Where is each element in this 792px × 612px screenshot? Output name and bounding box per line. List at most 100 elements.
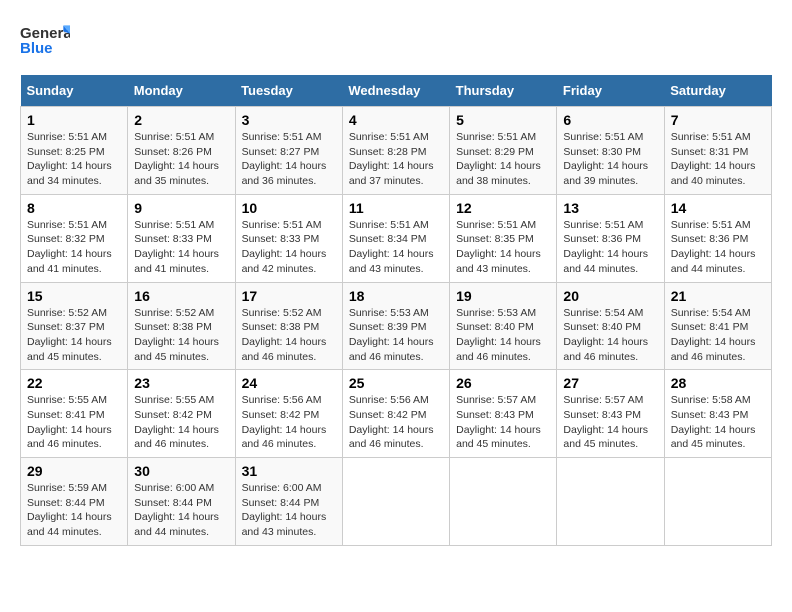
day-info: Sunrise: 5:57 AMSunset: 8:43 PMDaylight:… xyxy=(456,394,541,450)
day-number: 20 xyxy=(563,288,657,304)
day-info: Sunrise: 5:51 AMSunset: 8:36 PMDaylight:… xyxy=(671,219,756,275)
calendar-day-cell: 24 Sunrise: 5:56 AMSunset: 8:42 PMDaylig… xyxy=(235,370,342,458)
day-info: Sunrise: 5:52 AMSunset: 8:38 PMDaylight:… xyxy=(242,307,327,363)
day-number: 26 xyxy=(456,375,550,391)
day-of-week-header: Saturday xyxy=(664,75,771,107)
calendar-day-cell: 15 Sunrise: 5:52 AMSunset: 8:37 PMDaylig… xyxy=(21,282,128,370)
calendar-day-cell: 22 Sunrise: 5:55 AMSunset: 8:41 PMDaylig… xyxy=(21,370,128,458)
day-number: 15 xyxy=(27,288,121,304)
calendar-day-cell: 21 Sunrise: 5:54 AMSunset: 8:41 PMDaylig… xyxy=(664,282,771,370)
day-info: Sunrise: 5:55 AMSunset: 8:41 PMDaylight:… xyxy=(27,394,112,450)
empty-cell xyxy=(342,458,449,546)
day-info: Sunrise: 5:58 AMSunset: 8:43 PMDaylight:… xyxy=(671,394,756,450)
day-info: Sunrise: 5:51 AMSunset: 8:28 PMDaylight:… xyxy=(349,131,434,187)
calendar-day-cell: 2 Sunrise: 5:51 AMSunset: 8:26 PMDayligh… xyxy=(128,107,235,195)
day-number: 14 xyxy=(671,200,765,216)
day-number: 13 xyxy=(563,200,657,216)
calendar-day-cell: 13 Sunrise: 5:51 AMSunset: 8:36 PMDaylig… xyxy=(557,194,664,282)
day-of-week-header: Friday xyxy=(557,75,664,107)
day-number: 23 xyxy=(134,375,228,391)
calendar-week-row: 8 Sunrise: 5:51 AMSunset: 8:32 PMDayligh… xyxy=(21,194,772,282)
day-of-week-header: Monday xyxy=(128,75,235,107)
empty-cell xyxy=(557,458,664,546)
day-info: Sunrise: 5:51 AMSunset: 8:33 PMDaylight:… xyxy=(242,219,327,275)
day-info: Sunrise: 5:52 AMSunset: 8:38 PMDaylight:… xyxy=(134,307,219,363)
calendar-week-row: 29 Sunrise: 5:59 AMSunset: 8:44 PMDaylig… xyxy=(21,458,772,546)
day-info: Sunrise: 5:51 AMSunset: 8:33 PMDaylight:… xyxy=(134,219,219,275)
day-number: 1 xyxy=(27,112,121,128)
calendar-day-cell: 8 Sunrise: 5:51 AMSunset: 8:32 PMDayligh… xyxy=(21,194,128,282)
day-number: 18 xyxy=(349,288,443,304)
empty-cell xyxy=(450,458,557,546)
day-number: 21 xyxy=(671,288,765,304)
day-number: 3 xyxy=(242,112,336,128)
day-number: 10 xyxy=(242,200,336,216)
day-info: Sunrise: 5:51 AMSunset: 8:35 PMDaylight:… xyxy=(456,219,541,275)
day-number: 29 xyxy=(27,463,121,479)
day-number: 11 xyxy=(349,200,443,216)
day-number: 16 xyxy=(134,288,228,304)
day-number: 5 xyxy=(456,112,550,128)
day-info: Sunrise: 5:54 AMSunset: 8:40 PMDaylight:… xyxy=(563,307,648,363)
day-number: 12 xyxy=(456,200,550,216)
svg-text:Blue: Blue xyxy=(20,40,53,57)
calendar-day-cell: 5 Sunrise: 5:51 AMSunset: 8:29 PMDayligh… xyxy=(450,107,557,195)
day-number: 24 xyxy=(242,375,336,391)
day-info: Sunrise: 6:00 AMSunset: 8:44 PMDaylight:… xyxy=(134,482,219,538)
day-info: Sunrise: 5:51 AMSunset: 8:26 PMDaylight:… xyxy=(134,131,219,187)
calendar-day-cell: 12 Sunrise: 5:51 AMSunset: 8:35 PMDaylig… xyxy=(450,194,557,282)
calendar-day-cell: 28 Sunrise: 5:58 AMSunset: 8:43 PMDaylig… xyxy=(664,370,771,458)
calendar-day-cell: 30 Sunrise: 6:00 AMSunset: 8:44 PMDaylig… xyxy=(128,458,235,546)
calendar-week-row: 22 Sunrise: 5:55 AMSunset: 8:41 PMDaylig… xyxy=(21,370,772,458)
day-number: 8 xyxy=(27,200,121,216)
day-number: 28 xyxy=(671,375,765,391)
calendar-day-cell: 20 Sunrise: 5:54 AMSunset: 8:40 PMDaylig… xyxy=(557,282,664,370)
day-of-week-header: Thursday xyxy=(450,75,557,107)
day-of-week-header: Sunday xyxy=(21,75,128,107)
day-number: 31 xyxy=(242,463,336,479)
day-info: Sunrise: 5:59 AMSunset: 8:44 PMDaylight:… xyxy=(27,482,112,538)
calendar-day-cell: 4 Sunrise: 5:51 AMSunset: 8:28 PMDayligh… xyxy=(342,107,449,195)
calendar-day-cell: 3 Sunrise: 5:51 AMSunset: 8:27 PMDayligh… xyxy=(235,107,342,195)
day-number: 4 xyxy=(349,112,443,128)
page-header: General Blue xyxy=(20,20,772,60)
day-info: Sunrise: 5:51 AMSunset: 8:31 PMDaylight:… xyxy=(671,131,756,187)
days-header-row: SundayMondayTuesdayWednesdayThursdayFrid… xyxy=(21,75,772,107)
day-info: Sunrise: 5:53 AMSunset: 8:40 PMDaylight:… xyxy=(456,307,541,363)
day-of-week-header: Tuesday xyxy=(235,75,342,107)
day-info: Sunrise: 5:56 AMSunset: 8:42 PMDaylight:… xyxy=(349,394,434,450)
calendar-day-cell: 16 Sunrise: 5:52 AMSunset: 8:38 PMDaylig… xyxy=(128,282,235,370)
day-number: 7 xyxy=(671,112,765,128)
calendar-day-cell: 29 Sunrise: 5:59 AMSunset: 8:44 PMDaylig… xyxy=(21,458,128,546)
day-info: Sunrise: 5:52 AMSunset: 8:37 PMDaylight:… xyxy=(27,307,112,363)
calendar-day-cell: 31 Sunrise: 6:00 AMSunset: 8:44 PMDaylig… xyxy=(235,458,342,546)
day-number: 2 xyxy=(134,112,228,128)
calendar-week-row: 1 Sunrise: 5:51 AMSunset: 8:25 PMDayligh… xyxy=(21,107,772,195)
calendar-day-cell: 7 Sunrise: 5:51 AMSunset: 8:31 PMDayligh… xyxy=(664,107,771,195)
calendar-day-cell: 23 Sunrise: 5:55 AMSunset: 8:42 PMDaylig… xyxy=(128,370,235,458)
calendar-day-cell: 14 Sunrise: 5:51 AMSunset: 8:36 PMDaylig… xyxy=(664,194,771,282)
day-info: Sunrise: 5:51 AMSunset: 8:29 PMDaylight:… xyxy=(456,131,541,187)
day-number: 22 xyxy=(27,375,121,391)
day-info: Sunrise: 5:51 AMSunset: 8:30 PMDaylight:… xyxy=(563,131,648,187)
calendar-day-cell: 19 Sunrise: 5:53 AMSunset: 8:40 PMDaylig… xyxy=(450,282,557,370)
logo: General Blue xyxy=(20,20,70,60)
calendar-day-cell: 10 Sunrise: 5:51 AMSunset: 8:33 PMDaylig… xyxy=(235,194,342,282)
day-info: Sunrise: 5:54 AMSunset: 8:41 PMDaylight:… xyxy=(671,307,756,363)
day-info: Sunrise: 5:51 AMSunset: 8:34 PMDaylight:… xyxy=(349,219,434,275)
day-info: Sunrise: 5:53 AMSunset: 8:39 PMDaylight:… xyxy=(349,307,434,363)
calendar-week-row: 15 Sunrise: 5:52 AMSunset: 8:37 PMDaylig… xyxy=(21,282,772,370)
calendar-day-cell: 27 Sunrise: 5:57 AMSunset: 8:43 PMDaylig… xyxy=(557,370,664,458)
day-info: Sunrise: 5:55 AMSunset: 8:42 PMDaylight:… xyxy=(134,394,219,450)
day-info: Sunrise: 5:57 AMSunset: 8:43 PMDaylight:… xyxy=(563,394,648,450)
calendar-day-cell: 17 Sunrise: 5:52 AMSunset: 8:38 PMDaylig… xyxy=(235,282,342,370)
calendar-day-cell: 1 Sunrise: 5:51 AMSunset: 8:25 PMDayligh… xyxy=(21,107,128,195)
day-number: 9 xyxy=(134,200,228,216)
day-number: 19 xyxy=(456,288,550,304)
day-info: Sunrise: 5:56 AMSunset: 8:42 PMDaylight:… xyxy=(242,394,327,450)
day-number: 30 xyxy=(134,463,228,479)
day-info: Sunrise: 5:51 AMSunset: 8:32 PMDaylight:… xyxy=(27,219,112,275)
empty-cell xyxy=(664,458,771,546)
calendar-table: SundayMondayTuesdayWednesdayThursdayFrid… xyxy=(20,75,772,546)
day-number: 25 xyxy=(349,375,443,391)
